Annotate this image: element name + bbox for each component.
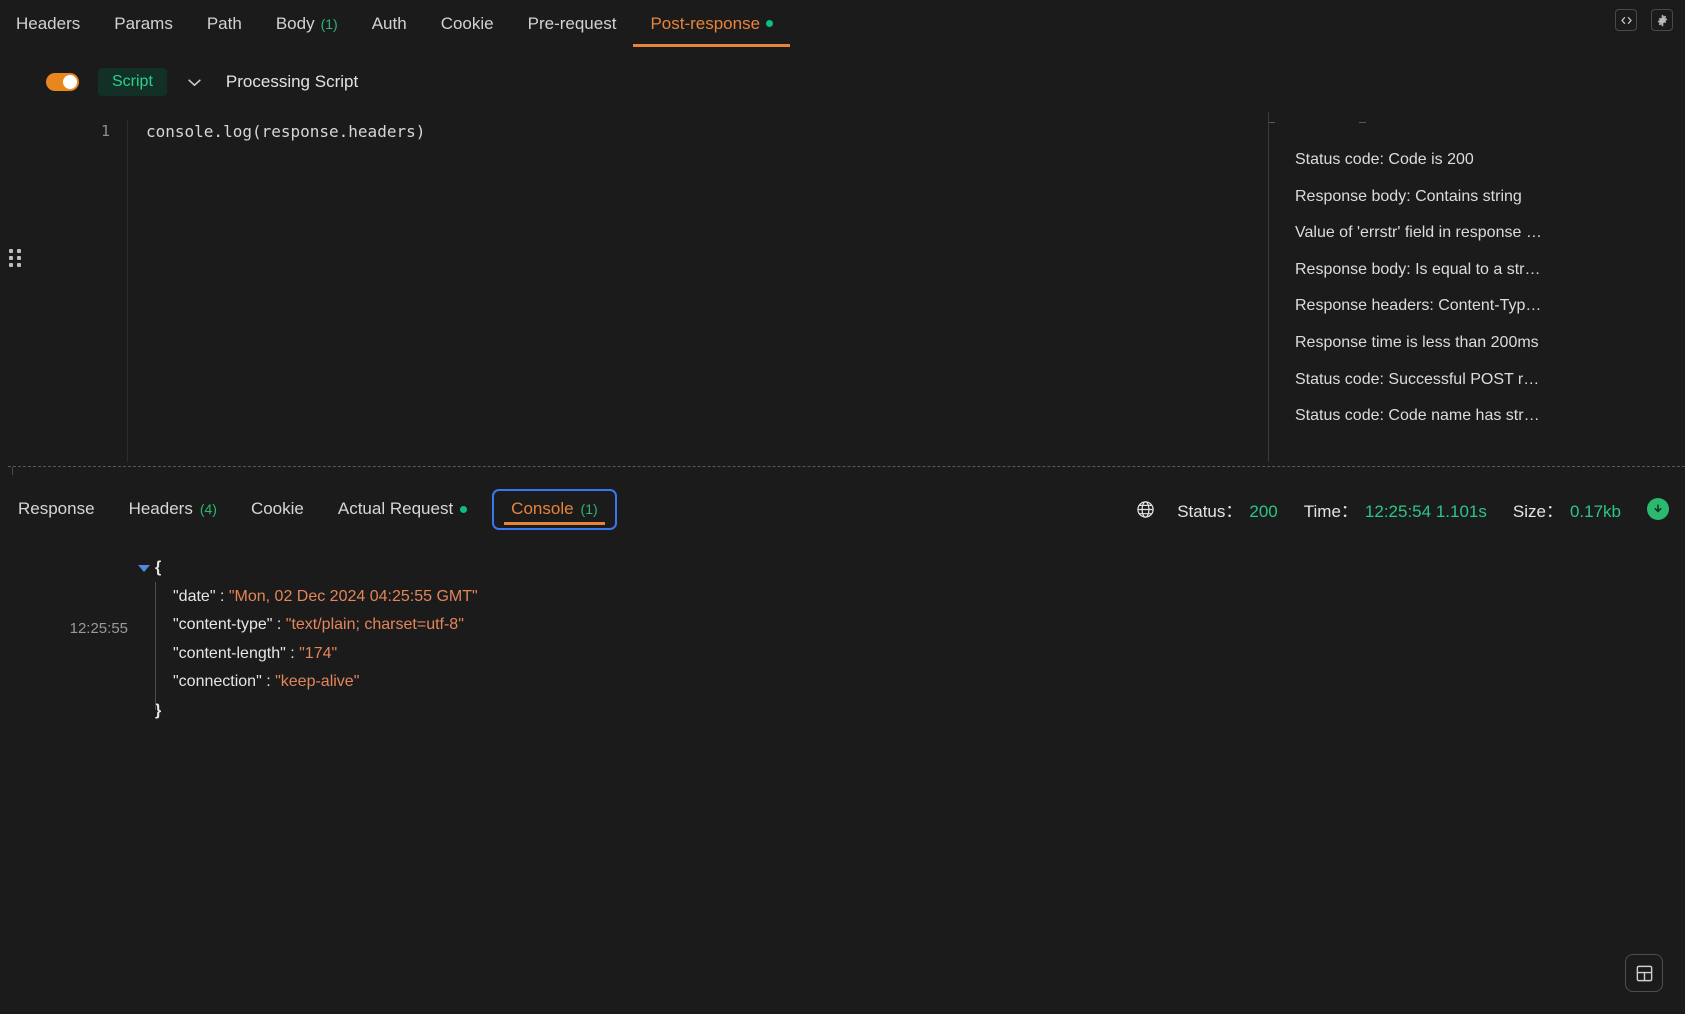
tab-params[interactable]: Params — [97, 0, 190, 47]
snippet-item[interactable]: Value of 'errstr' field in response JSON — [1295, 215, 1542, 252]
tab-response-cookie[interactable]: Cookie — [234, 484, 321, 534]
json-value: "Mon, 02 Dec 2024 04:25:55 GMT" — [228, 587, 478, 605]
tab-response-headers[interactable]: Headers (4) — [112, 484, 234, 534]
size-group: Size： 0.17kb — [1513, 497, 1621, 522]
tab-console-count: (1) — [580, 501, 598, 517]
time-label: Time： — [1303, 501, 1358, 521]
tab-post-response-label: Post-response — [650, 13, 761, 33]
snippet-item[interactable]: Status code: Code name has string — [1295, 398, 1542, 435]
tab-actual-request[interactable]: Actual Request — [321, 484, 484, 534]
json-colon: : — [261, 673, 276, 691]
json-colon: : — [285, 644, 300, 662]
json-key: "date" — [173, 587, 216, 605]
snippet-panel-mark-right — [1359, 122, 1366, 123]
script-type-label: Script — [112, 73, 153, 90]
tab-params-label: Params — [114, 13, 173, 33]
gutter-divider — [127, 120, 128, 462]
code-line-1[interactable]: console.log(response.headers) — [146, 122, 425, 141]
tab-response[interactable]: Response — [0, 484, 112, 534]
tab-response-cookie-label: Cookie — [250, 499, 304, 518]
tab-body[interactable]: Body (1) — [259, 0, 355, 47]
tab-path[interactable]: Path — [190, 0, 259, 47]
status-value: 200 — [1249, 501, 1278, 521]
tab-auth[interactable]: Auth — [355, 0, 424, 47]
tab-cookie[interactable]: Cookie — [424, 0, 511, 47]
response-meta-group: Status： 200 Time： 12:25:54 1.101s Size： … — [1136, 497, 1685, 522]
size-value: 0.17kb — [1569, 501, 1621, 521]
processing-script-title: Processing Script — [225, 72, 359, 91]
json-close-brace: } — [155, 701, 162, 719]
time-value: 12:25:54 1.101s — [1364, 501, 1487, 521]
snippet-item[interactable]: Status code: Successful POST request — [1295, 362, 1542, 399]
json-entry: "content-length" : "174" — [138, 640, 478, 669]
tab-post-response[interactable]: Post-response — [633, 0, 790, 47]
globe-icon[interactable] — [1136, 500, 1155, 519]
panel-drag-handle[interactable] — [9, 249, 23, 269]
json-tree: { "date" : "Mon, 02 Dec 2024 04:25:55 GM… — [138, 554, 478, 726]
console-output-panel: 12:25:55 { "date" : "Mon, 02 Dec 2024 04… — [0, 546, 1685, 1014]
json-key: "content-type" — [173, 616, 273, 634]
tab-auth-label: Auth — [371, 13, 407, 33]
tab-console[interactable]: Console (1) — [492, 488, 617, 530]
line-number: 1 — [100, 122, 110, 140]
tab-pre-request[interactable]: Pre-request — [511, 0, 634, 47]
script-code-editor[interactable]: 1 console.log(response.headers) — [0, 112, 1268, 462]
download-icon[interactable] — [1647, 498, 1669, 520]
modified-indicator-dot — [766, 20, 774, 27]
tab-cookie-label: Cookie — [440, 13, 494, 33]
time-group: Time： 12:25:54 1.101s — [1304, 497, 1487, 522]
tab-headers[interactable]: Headers — [0, 0, 97, 47]
snippet-panel-mark-left — [1269, 122, 1275, 123]
snippet-item[interactable]: Response time is less than 200ms — [1295, 325, 1542, 362]
top-right-icon-group — [1615, 9, 1673, 31]
json-key: "content-length" — [173, 644, 286, 662]
actual-request-indicator-dot — [460, 505, 468, 513]
tab-actual-request-label: Actual Request — [337, 499, 454, 518]
json-value: "keep-alive" — [275, 673, 360, 691]
horizontal-splitter[interactable] — [8, 466, 1685, 467]
collapse-triangle-icon[interactable] — [138, 565, 150, 572]
log-timestamp: 12:25:55 — [69, 620, 128, 637]
tab-pre-request-label: Pre-request — [527, 13, 617, 33]
script-enable-toggle[interactable] — [46, 73, 79, 91]
tab-path-label: Path — [206, 13, 242, 33]
tab-response-label: Response — [18, 499, 95, 518]
tab-response-headers-label: Headers — [128, 499, 193, 518]
layout-toggle-icon[interactable] — [1625, 954, 1663, 992]
snippet-item[interactable]: Response headers: Content-Type header ch… — [1295, 288, 1542, 325]
json-open-brace: { — [155, 559, 162, 576]
snippet-list-panel: Status code: Code is 200 Response body: … — [1268, 112, 1685, 462]
json-colon: : — [215, 587, 229, 605]
tab-body-count: (1) — [320, 15, 338, 32]
tree-guide-line — [155, 582, 156, 710]
json-key: "connection" — [173, 673, 262, 691]
size-label: Size： — [1512, 501, 1563, 521]
snippet-item[interactable]: Response body: Is equal to a string — [1295, 252, 1542, 289]
tab-headers-label: Headers — [16, 13, 81, 33]
json-entry: "connection" : "keep-alive" — [138, 668, 478, 697]
tab-body-label: Body — [275, 13, 315, 33]
json-value: "text/plain; charset=utf-8" — [285, 616, 464, 634]
snippet-item[interactable]: Response body: Contains string — [1295, 179, 1542, 216]
splitter-nub — [12, 467, 13, 475]
snippet-item[interactable]: Status code: Code is 200 — [1295, 142, 1542, 179]
status-group: Status： 200 — [1177, 497, 1278, 522]
code-view-icon[interactable] — [1615, 9, 1637, 31]
json-value: "174" — [299, 644, 338, 662]
json-entry: "date" : "Mon, 02 Dec 2024 04:25:55 GMT" — [138, 583, 478, 612]
response-tab-bar: Response Headers (4) Cookie Actual Reque… — [0, 484, 1685, 534]
script-type-badge[interactable]: Script — [98, 68, 167, 96]
tab-console-label: Console — [511, 499, 574, 518]
gear-icon[interactable] — [1651, 9, 1673, 31]
tab-response-headers-count: (4) — [199, 501, 217, 517]
json-entry: "content-type" : "text/plain; charset=ut… — [138, 611, 478, 640]
script-toolbar: Script Processing Script — [0, 58, 1685, 106]
chevron-down-icon[interactable] — [181, 68, 209, 96]
status-label: Status： — [1177, 501, 1243, 521]
json-colon: : — [272, 616, 286, 634]
request-tab-bar: Headers Params Path Body (1) Auth Cookie… — [0, 0, 1685, 47]
